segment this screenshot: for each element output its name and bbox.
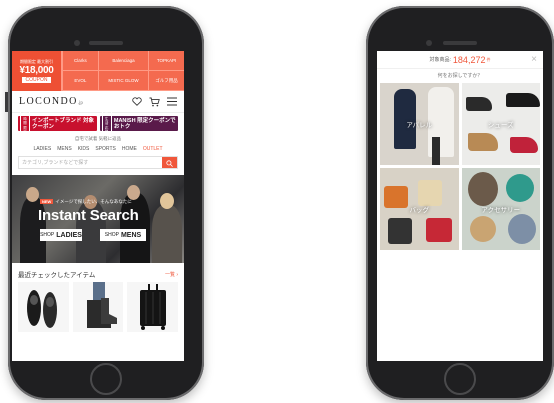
result-count-unit: 件 bbox=[486, 56, 491, 62]
hero-tagline-text: イメージで探したい、そんなあなたに bbox=[55, 199, 132, 204]
shop-ladies-prefix: SHOP bbox=[40, 232, 55, 238]
logo-suffix: .jp bbox=[77, 101, 83, 106]
home-button[interactable] bbox=[444, 363, 476, 395]
hero-tagline: NEW イメージで探したい、そんなあなたに bbox=[40, 199, 132, 205]
category-bags[interactable]: バッグ bbox=[380, 168, 459, 250]
result-count-label: 対象商品: bbox=[429, 57, 451, 63]
recent-item-shoes[interactable] bbox=[18, 282, 69, 332]
nav-home[interactable]: HOME bbox=[122, 146, 137, 152]
coupon-label: COUPON bbox=[21, 77, 52, 83]
front-camera bbox=[426, 40, 432, 46]
promo-brand[interactable]: TOPKAPI bbox=[148, 51, 184, 71]
instant-search-hero[interactable]: NEW イメージで探したい、そんなあなたに Instant Search SHOP… bbox=[12, 175, 184, 263]
front-camera bbox=[74, 40, 80, 46]
cart-icon[interactable] bbox=[149, 97, 160, 107]
nav-mens[interactable]: MENS bbox=[57, 146, 71, 152]
model-figure bbox=[152, 205, 182, 263]
banner-text: MANISH 限定クーポンでおトク bbox=[113, 117, 176, 130]
nav-sports[interactable]: SPORTS bbox=[95, 146, 115, 152]
model-head bbox=[127, 185, 140, 200]
shop-mens-label: MENS bbox=[120, 231, 142, 239]
accessories-image bbox=[505, 174, 534, 202]
category-grid: アパレル シューズ バッグ アクセサリー bbox=[377, 83, 543, 250]
category-label: アパレル bbox=[406, 122, 433, 129]
menu-icon[interactable] bbox=[167, 97, 177, 106]
recent-items-title: 最近チェックしたアイテム bbox=[18, 272, 96, 279]
category-label: バッグ bbox=[409, 207, 430, 214]
model-head bbox=[160, 193, 174, 209]
speaker-grille bbox=[89, 41, 123, 45]
shop-ladies-button[interactable]: SHOP LADIES bbox=[40, 229, 82, 241]
search-icon bbox=[166, 154, 173, 172]
phone-screen-right: 対象商品: 184,272 件 × 何をお探しですか？ アパレル シューズ バッ… bbox=[377, 51, 543, 361]
banner-tag: 72時間限定 bbox=[20, 111, 30, 136]
heart-icon[interactable] bbox=[132, 97, 142, 106]
category-label: シューズ bbox=[487, 122, 514, 129]
manish-banner[interactable]: 新生活応援 MANISH 限定クーポンでおトク bbox=[99, 111, 178, 136]
bags-image bbox=[388, 218, 412, 244]
search-input[interactable]: カテゴリ,ブランドなどで探す bbox=[19, 157, 162, 168]
phone-screen-left: 期間限定 最大割引 ¥18,000 COUPON Clarks Balencia… bbox=[12, 51, 184, 361]
nav-ladies[interactable]: LADIES bbox=[33, 146, 51, 152]
shoes-image bbox=[509, 137, 538, 153]
banner-text: インポートブランド 対象クーポン bbox=[31, 117, 94, 130]
banner-tag: 新生活応援 bbox=[101, 111, 112, 136]
recent-item-boots[interactable] bbox=[72, 282, 124, 332]
hero-title: Instant Search bbox=[38, 207, 139, 224]
category-nav: LADIES MENS KIDS SPORTS HOME OUTLET bbox=[12, 144, 184, 155]
accessories-image bbox=[467, 172, 498, 206]
promo-brand[interactable]: Balenciaga bbox=[97, 51, 149, 71]
logo-text: LOCONDO bbox=[19, 96, 78, 107]
shoes-image bbox=[505, 93, 540, 107]
shoes-image bbox=[467, 133, 498, 151]
category-accessories[interactable]: アクセサリー bbox=[461, 168, 540, 250]
new-badge: NEW bbox=[40, 199, 54, 204]
category-label: アクセサリー bbox=[481, 207, 521, 214]
promo-brand[interactable]: ゴルフ用品 bbox=[148, 71, 184, 91]
shoes-image bbox=[465, 97, 492, 111]
boots-image bbox=[86, 282, 117, 328]
recent-items-header: 最近チェックしたアイテム 一覧 › bbox=[12, 263, 184, 282]
nav-kids[interactable]: KIDS bbox=[78, 146, 90, 152]
home-button[interactable] bbox=[90, 363, 122, 395]
speaker-grille bbox=[443, 41, 477, 45]
coupon-block[interactable]: 期間限定 最大割引 ¥18,000 COUPON bbox=[12, 51, 62, 91]
promo-brands: Clarks Balenciaga TOPKAPI EVOL MISTIC GL… bbox=[62, 51, 184, 91]
bags-image bbox=[418, 180, 442, 206]
promo-brand[interactable]: Clarks bbox=[62, 51, 98, 71]
site-header: LOCONDO.jp bbox=[12, 91, 184, 113]
recent-item-suitcase[interactable] bbox=[127, 282, 179, 332]
nav-outlet[interactable]: OUTLET bbox=[143, 146, 163, 152]
bags-image bbox=[426, 218, 452, 242]
flat-shoes-image bbox=[27, 290, 57, 328]
shop-ladies-label: LADIES bbox=[56, 231, 82, 239]
result-count-value: 184,272 bbox=[452, 54, 486, 65]
category-shoes[interactable]: シューズ bbox=[461, 83, 540, 165]
search-question: 何をお探しですか？ bbox=[437, 73, 483, 79]
recent-items-more-link[interactable]: 一覧 › bbox=[165, 271, 178, 278]
close-icon[interactable]: × bbox=[531, 54, 537, 65]
recent-items-list bbox=[12, 282, 184, 332]
promo-brand[interactable]: EVOL bbox=[62, 71, 98, 91]
campaign-banners: 72時間限定 インポートブランド 対象クーポン 新生活応援 MANISH 限定ク… bbox=[12, 111, 184, 136]
bags-image bbox=[384, 186, 408, 208]
search-bar: カテゴリ,ブランドなどで探す bbox=[18, 156, 178, 169]
shop-mens-prefix: SHOP bbox=[104, 232, 119, 238]
coupon-amount: ¥18,000 bbox=[19, 65, 54, 76]
model-head bbox=[26, 187, 39, 202]
category-apparel[interactable]: アパレル bbox=[380, 83, 459, 165]
accessories-image bbox=[469, 216, 496, 242]
import-brand-banner[interactable]: 72時間限定 インポートブランド 対象クーポン bbox=[18, 111, 97, 136]
promo-brand[interactable]: MISTIC GLOW bbox=[97, 71, 149, 91]
accessories-image bbox=[507, 214, 536, 244]
apparel-image bbox=[432, 137, 440, 165]
site-logo[interactable]: LOCONDO.jp bbox=[19, 96, 83, 107]
search-button[interactable] bbox=[162, 157, 177, 168]
promo-banner[interactable]: 期間限定 最大割引 ¥18,000 COUPON Clarks Balencia… bbox=[12, 51, 184, 91]
shop-mens-button[interactable]: SHOP MENS bbox=[100, 229, 146, 241]
result-count: 対象商品: 184,272 件 × bbox=[377, 51, 543, 69]
service-note: 自宅で試着 気軽に返品 bbox=[74, 136, 122, 141]
suitcase-image bbox=[140, 284, 167, 330]
volume-button bbox=[5, 92, 8, 112]
